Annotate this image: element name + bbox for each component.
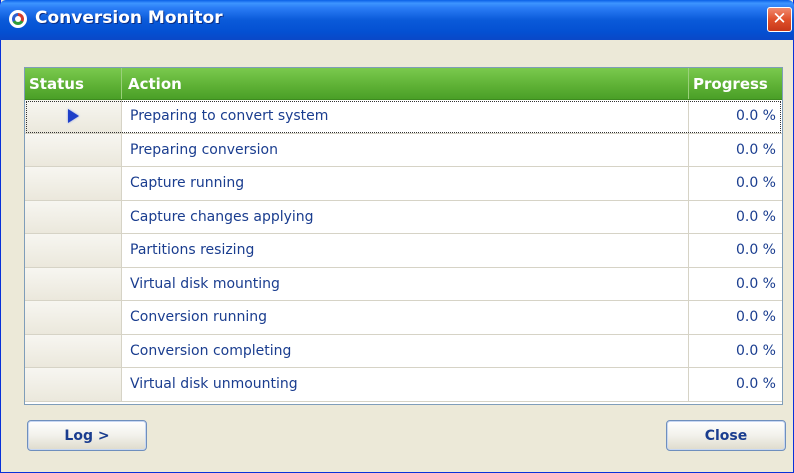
- row-progress-cell: 0.0 %: [689, 301, 782, 334]
- row-status-cell: [25, 133, 122, 166]
- table-row[interactable]: Preparing to convert system 0.0 %: [25, 100, 782, 134]
- row-action-cell: Virtual disk unmounting: [122, 368, 689, 401]
- table-header: Status Action Progress: [25, 68, 782, 100]
- row-progress-cell: 0.0 %: [689, 133, 782, 166]
- row-progress-cell: 0.0 %: [689, 368, 782, 401]
- column-header-action[interactable]: Action: [122, 68, 689, 99]
- row-status-cell: [25, 167, 122, 200]
- table-row[interactable]: Conversion completing 0.0 %: [25, 334, 782, 368]
- row-action-cell: Conversion completing: [122, 334, 689, 367]
- table-row[interactable]: Capture changes applying 0.0 %: [25, 200, 782, 234]
- play-arrow-icon: [67, 109, 79, 124]
- row-action-cell: Capture running: [122, 167, 689, 200]
- table-row[interactable]: Conversion running 0.0 %: [25, 301, 782, 335]
- row-progress-cell: 0.0 %: [689, 234, 782, 267]
- row-status-cell: [25, 301, 122, 334]
- conversion-monitor-window: Conversion Monitor ✕ Status Action Progr…: [0, 0, 794, 473]
- row-status-cell: [25, 368, 122, 401]
- window-title: Conversion Monitor: [35, 8, 223, 28]
- row-action-cell: Conversion running: [122, 301, 689, 334]
- table-row[interactable]: Capture running 0.0 %: [25, 167, 782, 201]
- row-status-cell: [25, 200, 122, 233]
- table-row[interactable]: Virtual disk unmounting 0.0 %: [25, 368, 782, 402]
- row-progress-cell: 0.0 %: [689, 100, 782, 133]
- row-action-cell: Virtual disk mounting: [122, 267, 689, 300]
- title-bar[interactable]: Conversion Monitor ✕: [0, 0, 794, 40]
- row-status-cell: [25, 100, 122, 133]
- app-logo-icon: [9, 10, 27, 28]
- row-status-cell: [25, 334, 122, 367]
- row-progress-cell: 0.0 %: [689, 200, 782, 233]
- window-close-button[interactable]: ✕: [767, 7, 792, 32]
- row-progress-cell: 0.0 %: [689, 267, 782, 300]
- column-header-progress[interactable]: Progress: [689, 68, 782, 99]
- conversion-steps-table: Status Action Progress Preparing to conv…: [24, 67, 783, 405]
- row-action-cell: Partitions resizing: [122, 234, 689, 267]
- row-status-cell: [25, 267, 122, 300]
- row-status-cell: [25, 234, 122, 267]
- row-action-cell: Preparing conversion: [122, 133, 689, 166]
- row-progress-cell: 0.0 %: [689, 167, 782, 200]
- row-action-cell: Preparing to convert system: [122, 100, 689, 133]
- table-row[interactable]: Preparing conversion 0.0 %: [25, 133, 782, 167]
- row-progress-cell: 0.0 %: [689, 334, 782, 367]
- close-button[interactable]: Close: [666, 420, 786, 451]
- row-action-cell: Capture changes applying: [122, 200, 689, 233]
- log-button[interactable]: Log >: [27, 420, 147, 451]
- column-header-status[interactable]: Status: [25, 68, 122, 99]
- table-row[interactable]: Partitions resizing 0.0 %: [25, 234, 782, 268]
- table-row[interactable]: Virtual disk mounting 0.0 %: [25, 267, 782, 301]
